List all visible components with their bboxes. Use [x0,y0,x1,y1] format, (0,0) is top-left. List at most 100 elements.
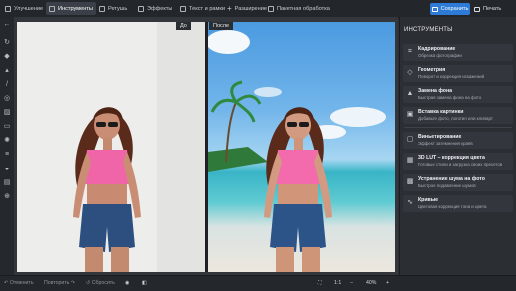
target-icon[interactable]: ◎ [3,95,11,103]
reset-icon: ↺ [86,280,91,286]
tool-card-geometry[interactable]: ◇ Геометрия Поворот и коррекция искажени… [403,65,513,82]
crop-icon [49,5,55,12]
zoom-label: 40% [366,280,377,286]
menu-effects-label: Эффекты [147,5,173,12]
tool-card-subtitle: Поворот и коррекция искажений [418,74,485,79]
reset-button[interactable]: ↺ Сбросить [86,279,115,288]
undo-label: Отменить [9,280,34,286]
sun-icon[interactable]: ✺ [3,137,11,145]
tool-card-subtitle: Готовые стили и загрузка своих пресетов [418,162,503,167]
tool-card-subtitle: Добавьте фото, логотип или клипарт [418,116,493,121]
menu-text-frames-label: Текст и рамки [189,5,225,12]
menu-retouch-label: Ретушь [108,5,128,12]
tool-card-title: Виньетирование [418,134,462,140]
after-image [208,22,395,272]
denoise-icon: ▩ [406,178,414,185]
brush-tool-icon[interactable]: / [3,81,11,89]
plus-icon: + [227,3,232,13]
fit-screen-icon[interactable]: ⛶ [318,279,322,288]
left-tool-strip: ← ↻ ◆ ▴ / ◎ ▨ ▭ ✺ ≡ ◒ ▤ ⊕ [0,17,15,275]
print-button[interactable]: Печать [474,3,506,15]
zoom-in-icon[interactable]: + [386,279,389,288]
batch-icon [268,5,274,12]
tool-card-background-replace[interactable]: ▲ Замена фона Быстрая замена фона на фот… [403,86,513,103]
tool-card-crop[interactable]: ⌗ Кадрирование Обрезка фотографии [403,44,513,61]
fill-icon[interactable]: ◒ [3,165,11,173]
tool-card-title: Устранение шума на фото [418,176,485,182]
effects-icon [138,5,144,12]
undo-button[interactable]: ↶ Отменить [4,279,34,288]
menu-tools-label: Инструменты [58,5,93,12]
ratio-label[interactable]: 1:1 [334,279,341,288]
zoom-out-icon[interactable]: − [350,279,353,288]
after-photo-illustration [208,30,386,272]
tool-card-insert-image[interactable]: ▣ Вставка картинки Добавьте фото, логоти… [403,107,513,124]
printer-icon [474,6,480,12]
eye-icon[interactable]: ◉ [125,279,130,288]
tool-card-lut[interactable]: ▦ 3D LUT – коррекция цвета Готовые стили… [403,153,513,170]
menu-effects[interactable]: Эффекты [135,2,175,15]
back-arrow-icon[interactable]: ← [3,21,11,29]
tool-card-title: Кривые [418,197,439,203]
save-icon [431,6,438,12]
compare-icon[interactable]: ◧ [142,279,147,288]
before-photo-illustration [17,22,205,272]
tool-card-subtitle: Обрезка фотографии [418,53,462,58]
tool-card-title: 3D LUT – коррекция цвета [418,155,485,161]
tool-card-title: Вставка картинки [418,109,464,115]
menu-batch[interactable]: Пакетная обработка [265,2,333,15]
background-replace-icon: ▲ [406,90,414,97]
bottom-bar: ↶ Отменить Повторить ↷ ↺ Сбросить ◉ ◧ ⛶ … [0,275,516,291]
panel-separator [404,127,512,128]
before-label: До [176,22,191,30]
insert-image-icon: ▣ [406,111,414,118]
rectangle-icon[interactable]: ▭ [3,123,11,131]
before-after-divider-handle[interactable] [205,22,208,272]
save-label: Сохранить [440,6,469,12]
before-image [17,22,205,272]
undo-icon: ↶ [4,280,9,286]
tool-card-title: Геометрия [418,67,446,73]
menu-tools[interactable]: Инструменты [46,2,96,15]
lut-icon: ▦ [406,157,414,164]
tool-card-denoise[interactable]: ▩ Устранение шума на фото Быстрое подавл… [403,174,513,191]
top-toolbar: Улучшение Инструменты Ретушь Эффекты Тек… [0,0,516,18]
panel-title: ИНСТРУМЕНТЫ [404,27,453,33]
crop-icon: ⌗ [408,48,412,55]
menu-extensions[interactable]: + Разширение [224,2,270,15]
text-icon [180,5,186,12]
menu-enhance[interactable]: Улучшение [2,2,46,15]
menu-text-frames[interactable]: Текст и рамки [177,2,228,15]
layers-icon[interactable]: ▤ [3,179,11,187]
tool-card-title: Кадрирование [418,46,456,52]
sliders-icon[interactable]: ≡ [3,151,11,159]
menu-extensions-label: Разширение [234,5,267,12]
enhance-icon [5,5,11,12]
rotate-icon[interactable]: ↻ [3,39,11,47]
print-label: Печать [483,6,502,12]
tool-card-subtitle: Быстрое подавление шумов [418,183,476,188]
brush-icon [99,5,105,12]
menu-enhance-label: Улучшение [14,5,44,12]
reset-label: Сбросить [91,280,115,286]
tool-card-title: Замена фона [418,88,452,94]
menu-batch-label: Пакетная обработка [277,5,330,12]
after-label: После [209,22,234,30]
tool-card-curves[interactable]: ∿ Кривые Цветовая коррекция тона и цвета [403,195,513,212]
eraser-icon[interactable]: ◆ [3,53,11,61]
tool-card-subtitle: Эффект затемнения краёв [418,141,473,146]
crosshair-icon[interactable]: ⊕ [3,193,11,201]
tool-card-subtitle: Быстрая замена фона на фото [418,95,482,100]
menu-retouch[interactable]: Ретушь [96,2,130,15]
geometry-icon: ◇ [407,69,413,76]
redo-icon: ↷ [70,280,76,286]
save-button[interactable]: Сохранить [430,3,470,15]
redo-label: Повторить [44,280,70,286]
tool-card-vignette[interactable]: ▢ Виньетирование Эффект затемнения краёв [403,132,513,149]
redo-button[interactable]: Повторить ↷ [44,279,75,288]
tool-card-subtitle: Цветовая коррекция тона и цвета [418,204,487,209]
gradient-icon[interactable]: ▨ [3,109,11,117]
vignette-icon: ▢ [406,136,414,143]
curves-icon: ∿ [407,199,413,206]
stamp-icon[interactable]: ▴ [3,67,11,75]
